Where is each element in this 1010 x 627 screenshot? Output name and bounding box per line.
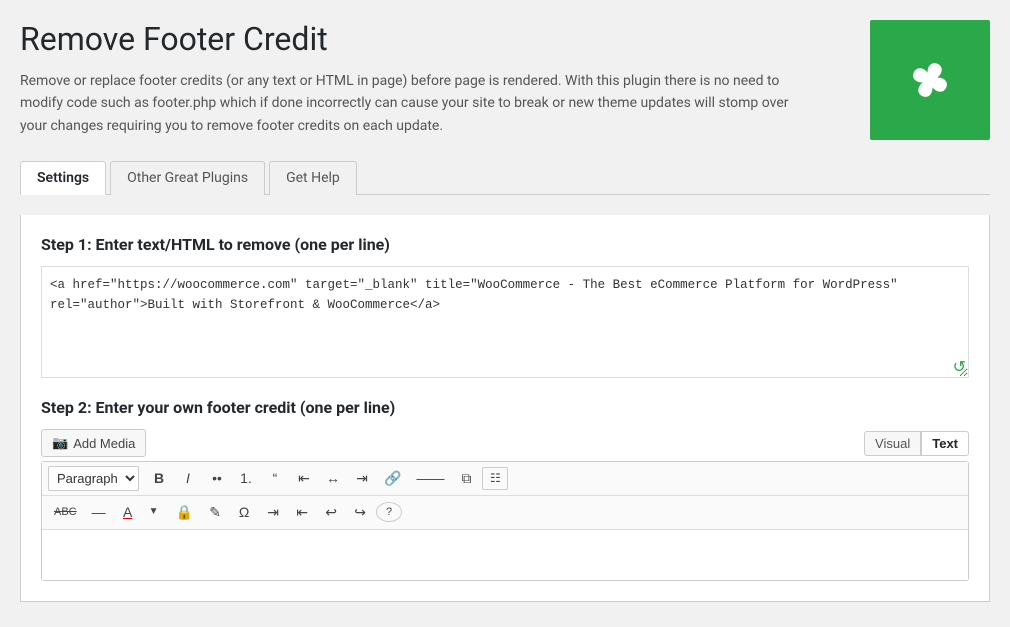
tab-get-help[interactable]: Get Help <box>269 161 357 195</box>
link-button[interactable]: 🔗 <box>378 466 407 491</box>
clear-formatting-button[interactable]: ✎ <box>202 500 228 525</box>
align-left-button[interactable]: ⇤ <box>291 466 317 491</box>
undo-button[interactable]: ↩ <box>318 500 344 525</box>
add-media-button[interactable]: 📷 Add Media <box>41 429 146 457</box>
outdent-button[interactable]: ⇤ <box>289 500 315 525</box>
text-color-arrow[interactable]: ▼ <box>141 502 167 522</box>
text-view-button[interactable]: Text <box>921 431 969 456</box>
redo-button[interactable]: ↪ <box>347 500 373 525</box>
main-content: Step 1: Enter text/HTML to remove (one p… <box>20 215 990 602</box>
unordered-list-button[interactable]: •• <box>204 466 230 491</box>
editor-wrapper: Paragraph Heading 1 Heading 2 B I •• 1. … <box>41 461 969 581</box>
tabs-section: Settings Other Great Plugins Get Help <box>20 160 990 195</box>
plugin-logo-icon <box>900 50 960 110</box>
horizontal-rule-button[interactable]: — <box>86 500 112 525</box>
strikethrough-button[interactable]: ABC <box>48 502 83 523</box>
header-text: Remove Footer Credit Remove or replace f… <box>20 20 870 137</box>
tabs-list: Settings Other Great Plugins Get Help <box>20 160 990 194</box>
add-media-icon: 📷 <box>52 435 68 451</box>
step1-textarea-wrapper: <a href="https://woocommerce.com" target… <box>41 266 969 378</box>
align-right-button[interactable]: ⇥ <box>349 466 375 491</box>
align-center-button[interactable]: ↔ <box>320 466 346 491</box>
fullscreen-button[interactable]: ⧉ <box>453 466 479 491</box>
page-title: Remove Footer Credit <box>20 20 850 58</box>
toolbar-toggle-button[interactable]: ☷ <box>482 467 508 489</box>
editor-content-area[interactable] <box>42 530 968 580</box>
step2-section: Step 2: Enter your own footer credit (on… <box>41 398 969 581</box>
add-media-label: Add Media <box>73 436 135 451</box>
step2-heading: Step 2: Enter your own footer credit (on… <box>41 398 969 417</box>
bold-button[interactable]: B <box>146 466 172 491</box>
help-button[interactable]: ? <box>376 502 402 522</box>
italic-button[interactable]: I <box>175 466 201 491</box>
toolbar-row-2: ABC — A ▼ 🔒 ✎ Ω ⇥ ⇤ ↩ ↪ ? <box>42 496 968 530</box>
header-section: Remove Footer Credit Remove or replace f… <box>20 20 990 140</box>
tab-other-plugins[interactable]: Other Great Plugins <box>110 161 265 195</box>
read-more-button[interactable]: —— <box>410 466 450 491</box>
toolbar-row-1: Paragraph Heading 1 Heading 2 B I •• 1. … <box>42 462 968 496</box>
page-description: Remove or replace footer credits (or any… <box>20 70 800 137</box>
text-color-wrapper: A ▼ <box>115 500 167 525</box>
paste-text-button[interactable]: 🔒 <box>170 500 199 525</box>
text-color-button[interactable]: A <box>115 500 141 525</box>
step1-textarea[interactable]: <a href="https://woocommerce.com" target… <box>42 267 968 377</box>
add-media-bar: 📷 Add Media Visual Text <box>41 429 969 457</box>
paragraph-select[interactable]: Paragraph Heading 1 Heading 2 <box>48 466 139 491</box>
textarea-resize-icon: ↺ <box>953 359 966 375</box>
special-char-button[interactable]: Ω <box>231 500 257 525</box>
plugin-logo <box>870 20 990 140</box>
view-toggle: Visual Text <box>864 431 969 456</box>
tab-settings[interactable]: Settings <box>20 161 106 195</box>
ordered-list-button[interactable]: 1. <box>233 466 259 491</box>
step1-heading: Step 1: Enter text/HTML to remove (one p… <box>41 235 969 254</box>
page-wrapper: Remove Footer Credit Remove or replace f… <box>0 0 1010 622</box>
visual-view-button[interactable]: Visual <box>864 431 921 456</box>
blockquote-button[interactable]: “ <box>262 466 288 491</box>
indent-button[interactable]: ⇥ <box>260 500 286 525</box>
